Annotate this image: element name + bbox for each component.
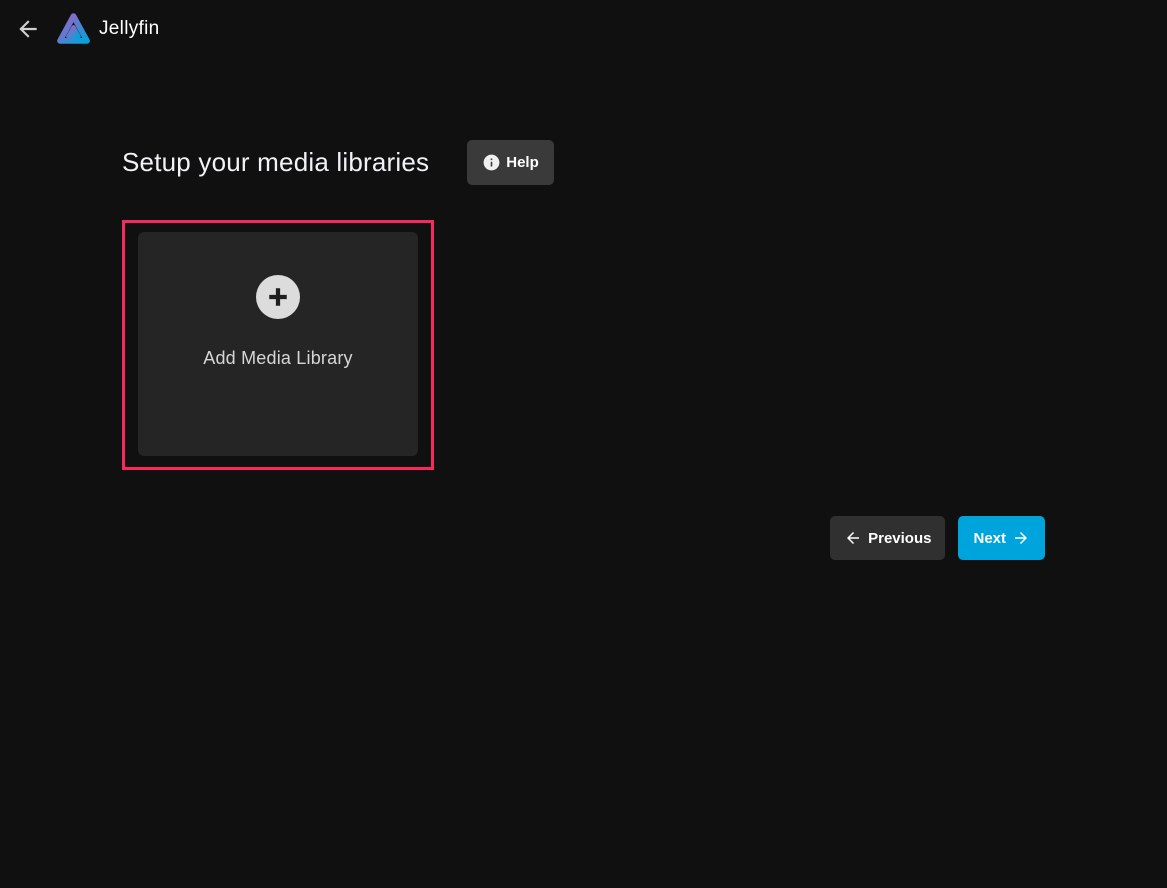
back-button[interactable] bbox=[6, 7, 50, 51]
jellyfin-logo-icon bbox=[55, 10, 92, 47]
plus-icon bbox=[263, 282, 293, 312]
wizard-page: Setup your media libraries Help Add Medi… bbox=[0, 140, 1167, 560]
app-logo: Jellyfin bbox=[55, 10, 159, 47]
arrow-right-icon bbox=[1012, 529, 1030, 547]
arrow-left-icon bbox=[844, 529, 862, 547]
back-arrow-icon bbox=[15, 16, 41, 42]
help-button-label: Help bbox=[506, 154, 539, 171]
app-name: Jellyfin bbox=[99, 18, 159, 40]
add-library-card-inner: Add Media Library bbox=[138, 232, 418, 456]
add-library-card[interactable]: Add Media Library bbox=[122, 220, 434, 470]
page-title: Setup your media libraries bbox=[122, 147, 429, 178]
library-cards-section: Add Media Library bbox=[122, 220, 1045, 470]
previous-button-label: Previous bbox=[868, 530, 931, 547]
add-library-label: Add Media Library bbox=[203, 348, 352, 369]
plus-circle bbox=[256, 275, 300, 319]
title-row: Setup your media libraries Help bbox=[122, 140, 1045, 185]
previous-button[interactable]: Previous bbox=[830, 516, 945, 560]
wizard-navigation: Previous Next bbox=[122, 516, 1045, 560]
help-button[interactable]: Help bbox=[467, 140, 554, 185]
next-button-label: Next bbox=[973, 530, 1006, 547]
next-button[interactable]: Next bbox=[958, 516, 1045, 560]
app-header: Jellyfin bbox=[0, 0, 1167, 57]
info-icon bbox=[482, 153, 501, 172]
